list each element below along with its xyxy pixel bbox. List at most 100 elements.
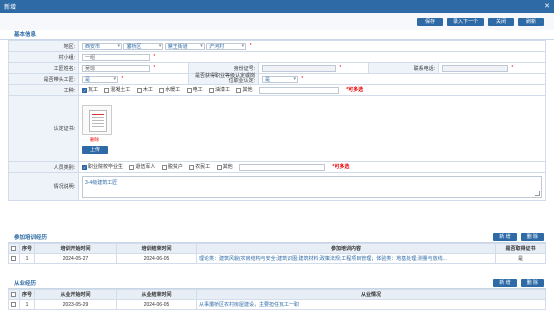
required-mark: * bbox=[153, 54, 156, 61]
delete-work-button[interactable]: 删 除 bbox=[520, 278, 544, 287]
required-mark: * bbox=[339, 65, 342, 72]
required-mark: * bbox=[249, 43, 252, 50]
table-row[interactable]: 1 2024-05-27 2024-06-05 理论类：建筑风貌(农房结构与安全… bbox=[8, 253, 546, 264]
add-training-button[interactable]: 新 增 bbox=[493, 232, 517, 241]
required-mark: * bbox=[153, 65, 156, 72]
column-header: 序号 bbox=[18, 289, 36, 300]
select-all-checkbox[interactable] bbox=[11, 245, 16, 251]
trade-option[interactable]: 瓦工 bbox=[82, 86, 98, 93]
checkbox-icon[interactable] bbox=[129, 164, 135, 170]
category-option[interactable]: 退伍军人 bbox=[129, 163, 155, 170]
category-option[interactable]: 农民工 bbox=[189, 163, 210, 170]
name-input[interactable]: 吴琼 bbox=[82, 64, 150, 72]
region-label: 地区: bbox=[8, 40, 79, 52]
certification-question-label: 是否获得职业等级认定或岗位职业认定: bbox=[188, 73, 259, 85]
id-number-input[interactable] bbox=[262, 64, 336, 72]
id-number-label: 身份证号: bbox=[188, 62, 259, 74]
trade-option[interactable]: 油漆工 bbox=[209, 86, 230, 93]
row-number: 1 bbox=[18, 253, 36, 264]
checkbox-icon[interactable] bbox=[216, 164, 222, 170]
trade-option[interactable]: 木工 bbox=[136, 86, 153, 93]
required-mark: * bbox=[121, 76, 124, 83]
required-mark: * bbox=[301, 76, 304, 83]
training-content: 理论类：建筑风貌(农房结构与安全;建筑识图;建筑材料;政策法规;工程项目管理；体… bbox=[196, 253, 496, 264]
training-section: 参加培训经历 新 增 删 除 序号 培训开始时间 培训结束时间 参加培训内容 是… bbox=[8, 231, 546, 264]
section-basic-info: 基本信息 bbox=[0, 30, 554, 40]
lead-craftsman-label: 是否带头工匠: bbox=[8, 73, 79, 85]
toolbar: 保存 录入下一个 关闭 刷新 bbox=[0, 13, 554, 30]
checkbox-checked-icon[interactable] bbox=[82, 164, 87, 170]
checkbox-icon[interactable] bbox=[209, 87, 215, 93]
trade-option[interactable]: 水暖工 bbox=[159, 86, 180, 93]
region-village-select[interactable]: 浐河村 bbox=[206, 42, 247, 50]
training-start-date: 2024-05-27 bbox=[34, 253, 118, 264]
required-mark: * bbox=[511, 65, 514, 72]
column-header: 从业开始时间 bbox=[34, 289, 118, 300]
close-button[interactable]: 关闭 bbox=[488, 17, 514, 26]
work-content: 从事灞桥区农村房屋建设，主要担任瓦工一职 bbox=[196, 299, 546, 310]
category-option[interactable]: 其他 bbox=[216, 163, 233, 170]
category-option[interactable]: 脱贫户 bbox=[161, 163, 183, 170]
trade-option[interactable]: 混凝土工 bbox=[104, 86, 130, 93]
column-header: 序号 bbox=[18, 243, 36, 254]
has-certificate: 是 bbox=[495, 253, 546, 264]
lead-craftsman-select[interactable]: 是 bbox=[82, 75, 118, 83]
checkbox-icon[interactable] bbox=[189, 164, 195, 170]
certification-select[interactable]: 是 bbox=[262, 75, 298, 83]
training-title: 参加培训经历 bbox=[14, 234, 48, 241]
trade-option[interactable]: 其他 bbox=[236, 86, 252, 93]
delete-training-button[interactable]: 删 除 bbox=[520, 232, 544, 241]
certificate-label: 认定证书: bbox=[8, 95, 79, 162]
row-checkbox[interactable] bbox=[11, 301, 16, 307]
phone-input[interactable] bbox=[442, 64, 508, 72]
village-group-label: 村小组: bbox=[8, 51, 79, 63]
category-multi-hint: *可多选 bbox=[332, 164, 350, 171]
row-number: 1 bbox=[18, 299, 36, 310]
column-header: 从业情况 bbox=[196, 289, 546, 300]
table-header-row: 序号 从业开始时间 从业结束时间 从业情况 bbox=[8, 289, 546, 300]
trade-other-input[interactable] bbox=[258, 86, 339, 94]
trade-option[interactable]: 电工 bbox=[186, 86, 203, 93]
category-option[interactable]: 职业院校毕业生 bbox=[82, 163, 123, 170]
checkbox-icon[interactable] bbox=[159, 87, 165, 93]
work-end-date: 2024-06-05 bbox=[116, 299, 198, 310]
refresh-button[interactable]: 刷新 bbox=[518, 17, 544, 26]
checkbox-icon[interactable] bbox=[236, 87, 242, 93]
trade-options: 瓦工 混凝土工 木工 水暖工 电工 油漆工 其他 *可多选 bbox=[78, 84, 546, 96]
description-label: 情况说明: bbox=[8, 172, 79, 201]
column-header: 参加培训内容 bbox=[196, 243, 496, 254]
checkbox-icon[interactable] bbox=[161, 164, 167, 170]
window-title: 新增 bbox=[4, 5, 17, 11]
close-icon[interactable]: ✕ bbox=[544, 3, 550, 10]
save-next-button[interactable]: 录入下一个 bbox=[446, 17, 484, 26]
work-start-date: 2023-05-29 bbox=[34, 299, 118, 310]
column-header: 培训开始时间 bbox=[34, 243, 118, 254]
work-section: 从业经历 新 增 删 除 序号 从业开始时间 从业结束时间 从业情况 1 202… bbox=[8, 277, 546, 310]
column-header: 从业结束时间 bbox=[116, 289, 198, 300]
table-row[interactable]: 1 2023-05-29 2024-06-05 从事灞桥区农村房屋建设，主要担任… bbox=[8, 299, 546, 310]
region-city-select[interactable]: 西安市 bbox=[82, 42, 122, 50]
add-work-button[interactable]: 新 增 bbox=[493, 278, 517, 287]
select-all-checkbox[interactable] bbox=[11, 291, 16, 297]
document-icon bbox=[89, 109, 107, 132]
category-label: 人员类别: bbox=[8, 161, 79, 173]
save-button[interactable]: 保存 bbox=[416, 17, 443, 26]
work-table: 序号 从业开始时间 从业结束时间 从业情况 1 2023-05-29 2024-… bbox=[8, 289, 546, 310]
delete-certificate-link[interactable]: 删除 bbox=[90, 137, 99, 142]
checkbox-icon[interactable] bbox=[104, 87, 110, 93]
region-street-select[interactable]: 席王街道 bbox=[164, 42, 205, 50]
checkbox-icon[interactable] bbox=[186, 87, 192, 93]
work-title: 从业经历 bbox=[14, 280, 37, 287]
trade-multi-hint: *可多选 bbox=[346, 87, 364, 94]
certificate-thumbnail[interactable] bbox=[82, 104, 112, 135]
training-end-date: 2024-06-05 bbox=[116, 253, 198, 264]
upload-button[interactable]: 上传 bbox=[82, 145, 108, 154]
checkbox-icon[interactable] bbox=[136, 87, 142, 93]
region-district-select[interactable]: 灞桥区 bbox=[123, 42, 164, 50]
village-group-input[interactable]: 一组 bbox=[82, 53, 150, 61]
checkbox-checked-icon[interactable] bbox=[82, 87, 87, 93]
description-textarea[interactable]: 3-4级建筑工匠 bbox=[82, 175, 542, 198]
basic-info-form: 地区: 西安市 灞桥区 席王街道 浐河村 * 村小组: 一组 * 工匠姓名: 吴… bbox=[8, 40, 546, 201]
row-checkbox[interactable] bbox=[11, 255, 16, 261]
category-other-input[interactable] bbox=[239, 163, 326, 171]
